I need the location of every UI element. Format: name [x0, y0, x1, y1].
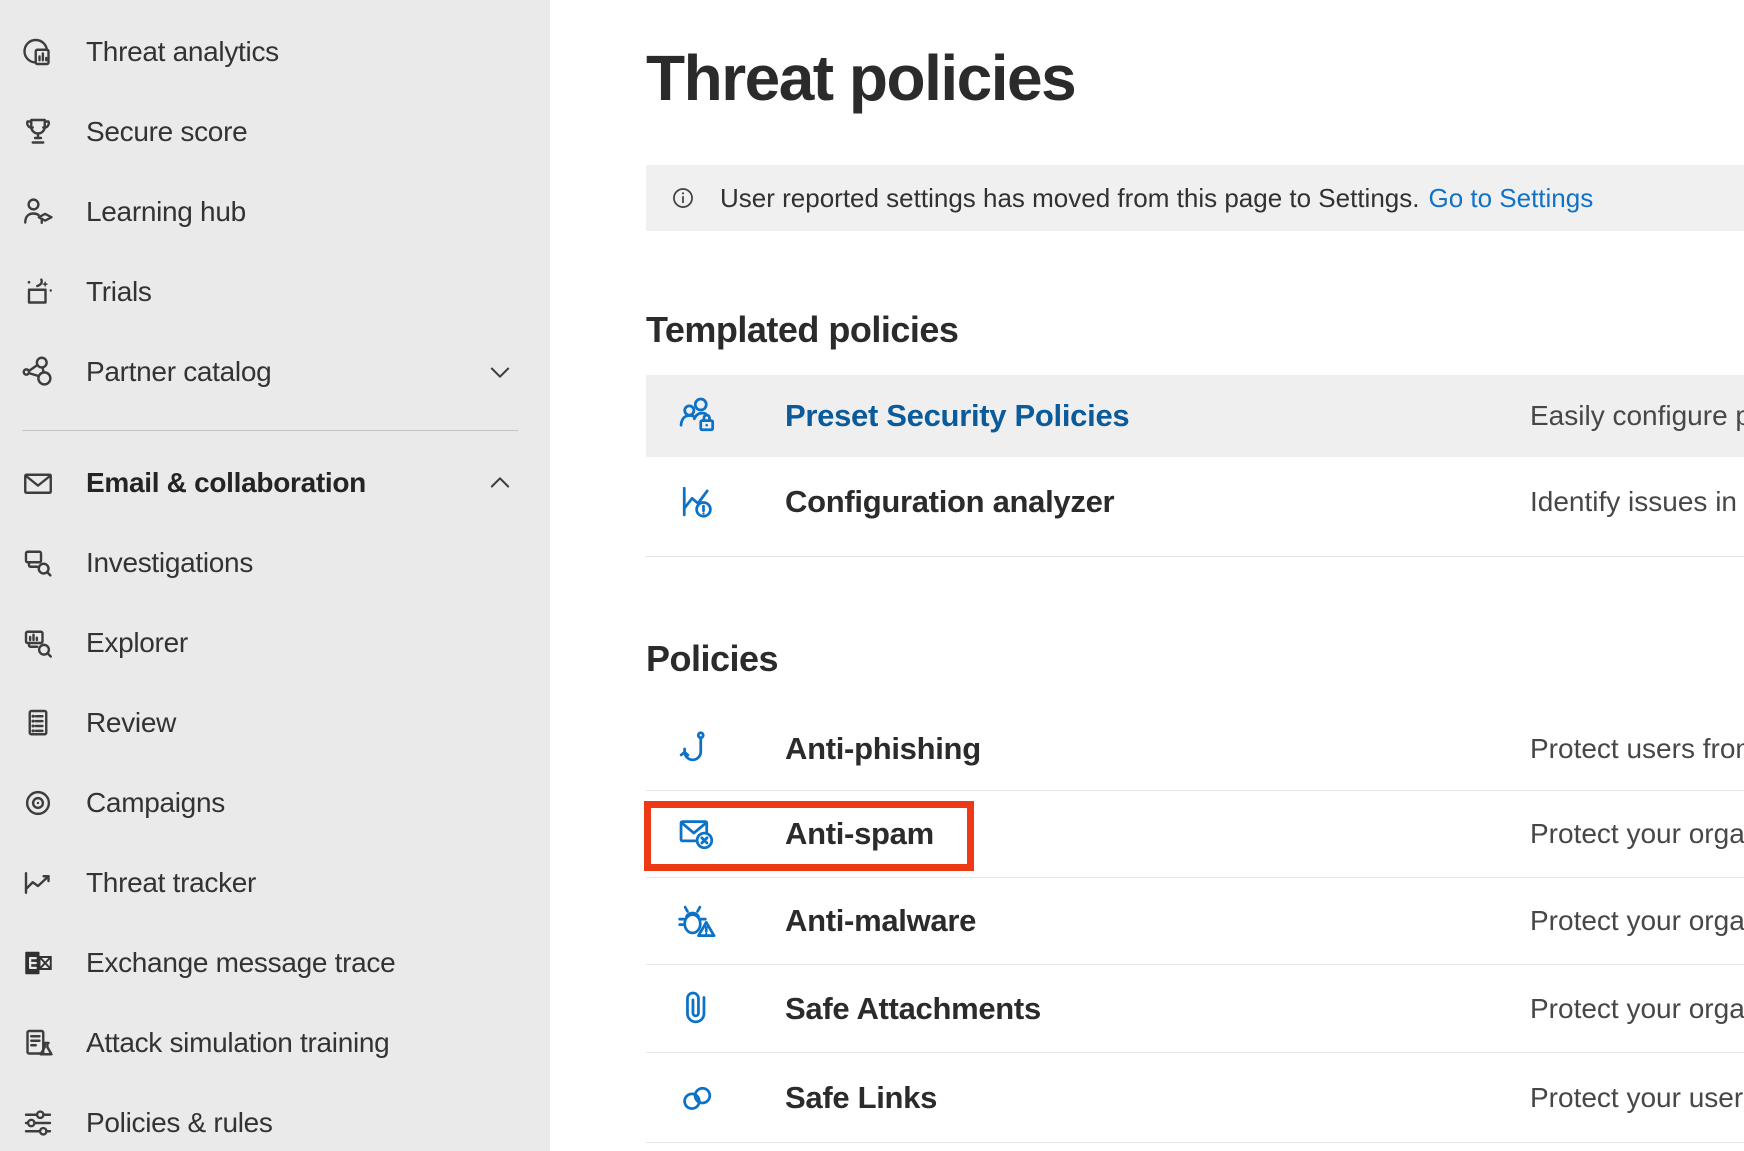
threat-tracker-icon [20, 865, 56, 901]
section-divider [646, 556, 1744, 557]
row-safe-attachments[interactable]: Safe Attachments Protect your organiz [646, 965, 1744, 1052]
row-configuration-analyzer[interactable]: Configuration analyzer Identify issues i… [646, 461, 1744, 543]
attack-simulation-icon [20, 1025, 56, 1061]
mail-icon [20, 465, 56, 501]
row-divider [646, 1142, 1744, 1143]
sidebar-item-learning-hub[interactable]: Learning hub [0, 172, 550, 252]
preset-security-icon [676, 394, 720, 438]
safe-links-icon [676, 1076, 720, 1120]
campaigns-icon [20, 785, 56, 821]
templated-policies-heading: Templated policies [646, 308, 958, 352]
row-label: Safe Attachments [785, 991, 1041, 1027]
sidebar-item-trials[interactable]: Trials [0, 252, 550, 332]
sidebar: Threat analytics Secure score [0, 0, 550, 1151]
policies-heading: Policies [646, 637, 778, 681]
row-description: Protect users from p [1530, 733, 1744, 765]
row-label: Anti-phishing [785, 731, 981, 767]
sidebar-item-threat-analytics[interactable]: Threat analytics [0, 12, 550, 92]
configuration-analyzer-icon [676, 480, 720, 524]
threat-analytics-icon [20, 34, 56, 70]
row-anti-malware[interactable]: Anti-malware Protect your organiz [646, 878, 1744, 964]
safe-attachments-icon [676, 987, 720, 1031]
sidebar-section-email-collaboration[interactable]: Email & collaboration [0, 443, 550, 523]
sidebar-item-partner-catalog[interactable]: Partner catalog [0, 332, 550, 412]
go-to-settings-link[interactable]: Go to Settings [1428, 183, 1593, 214]
sidebar-item-label: Investigations [86, 547, 253, 579]
sidebar-item-label: Secure score [86, 116, 247, 148]
trophy-icon [20, 114, 56, 150]
chevron-down-icon [486, 358, 514, 386]
row-description: Easily configure prot [1530, 400, 1744, 432]
sidebar-item-label: Review [86, 707, 176, 739]
row-safe-links[interactable]: Safe Links Protect your users fr [646, 1053, 1744, 1142]
banner-message: User reported settings has moved from th… [720, 183, 1419, 214]
threat-policies-page: Threat analytics Secure score [0, 0, 1744, 1151]
row-label: Anti-spam [785, 816, 934, 852]
sidebar-item-label: Threat analytics [86, 36, 279, 68]
sidebar-item-investigations[interactable]: Investigations [0, 523, 550, 603]
sidebar-item-label: Partner catalog [86, 356, 271, 388]
sidebar-item-label: Policies & rules [86, 1107, 273, 1139]
row-description: Protect your organiz [1530, 993, 1744, 1025]
row-label: Anti-malware [785, 903, 976, 939]
sidebar-item-explorer[interactable]: Explorer [0, 603, 550, 683]
sidebar-item-review[interactable]: Review [0, 683, 550, 763]
info-banner: User reported settings has moved from th… [646, 165, 1744, 231]
learning-hub-icon [20, 194, 56, 230]
sidebar-item-campaigns[interactable]: Campaigns [0, 763, 550, 843]
review-icon [20, 705, 56, 741]
chevron-up-icon [486, 469, 514, 497]
sidebar-item-secure-score[interactable]: Secure score [0, 92, 550, 172]
row-anti-phishing[interactable]: Anti-phishing Protect users from p [646, 708, 1744, 790]
investigations-icon [20, 545, 56, 581]
sidebar-item-label: Attack simulation training [86, 1027, 389, 1059]
info-icon [668, 183, 698, 213]
sidebar-item-label: Trials [86, 276, 152, 308]
row-description: Protect your organiz [1530, 818, 1744, 850]
row-description: Protect your users fr [1530, 1082, 1744, 1114]
partner-catalog-icon [20, 354, 56, 390]
sidebar-section-label: Email & collaboration [86, 467, 366, 499]
row-description: Identify issues in you [1530, 486, 1744, 518]
row-label: Configuration analyzer [785, 484, 1114, 520]
sidebar-item-threat-tracker[interactable]: Threat tracker [0, 843, 550, 923]
policies-rules-icon [20, 1105, 56, 1141]
row-label: Preset Security Policies [785, 398, 1129, 434]
sidebar-item-attack-simulation-training[interactable]: Attack simulation training [0, 1003, 550, 1083]
anti-spam-icon [676, 812, 720, 856]
sidebar-item-label: Learning hub [86, 196, 246, 228]
page-title: Threat policies [646, 46, 1075, 110]
sidebar-item-exchange-message-trace[interactable]: Exchange message trace [0, 923, 550, 1003]
row-label: Safe Links [785, 1080, 937, 1116]
sidebar-item-label: Threat tracker [86, 867, 256, 899]
row-anti-spam[interactable]: Anti-spam Protect your organiz [646, 791, 1744, 877]
explorer-icon [20, 625, 56, 661]
sidebar-item-label: Campaigns [86, 787, 225, 819]
sidebar-item-label: Explorer [86, 627, 188, 659]
sidebar-item-label: Exchange message trace [86, 947, 395, 979]
anti-malware-icon [676, 899, 720, 943]
sidebar-item-policies-rules[interactable]: Policies & rules [0, 1083, 550, 1151]
exchange-icon [20, 945, 56, 981]
row-description: Protect your organiz [1530, 905, 1744, 937]
trials-icon [20, 274, 56, 310]
sidebar-divider [22, 430, 518, 431]
anti-phishing-icon [676, 727, 720, 771]
row-preset-security-policies[interactable]: Preset Security Policies Easily configur… [646, 375, 1744, 457]
